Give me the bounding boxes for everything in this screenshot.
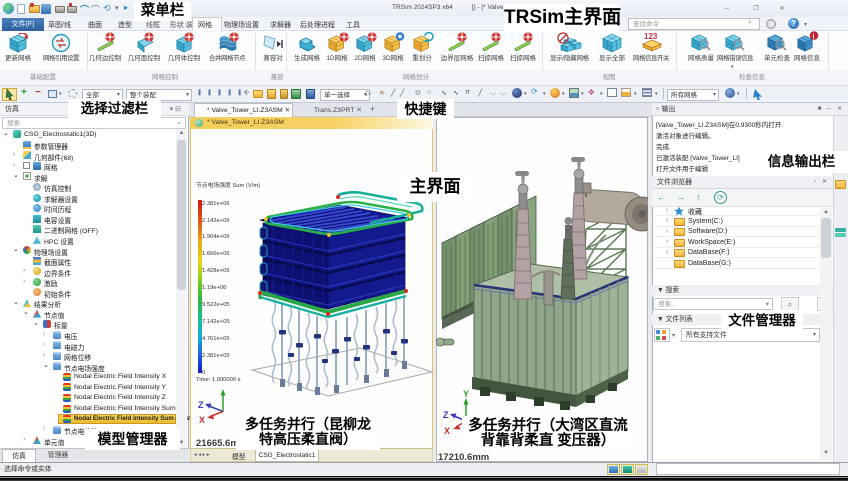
svg-text:123: 123 (644, 32, 658, 41)
svg-text:i: i (813, 34, 815, 41)
